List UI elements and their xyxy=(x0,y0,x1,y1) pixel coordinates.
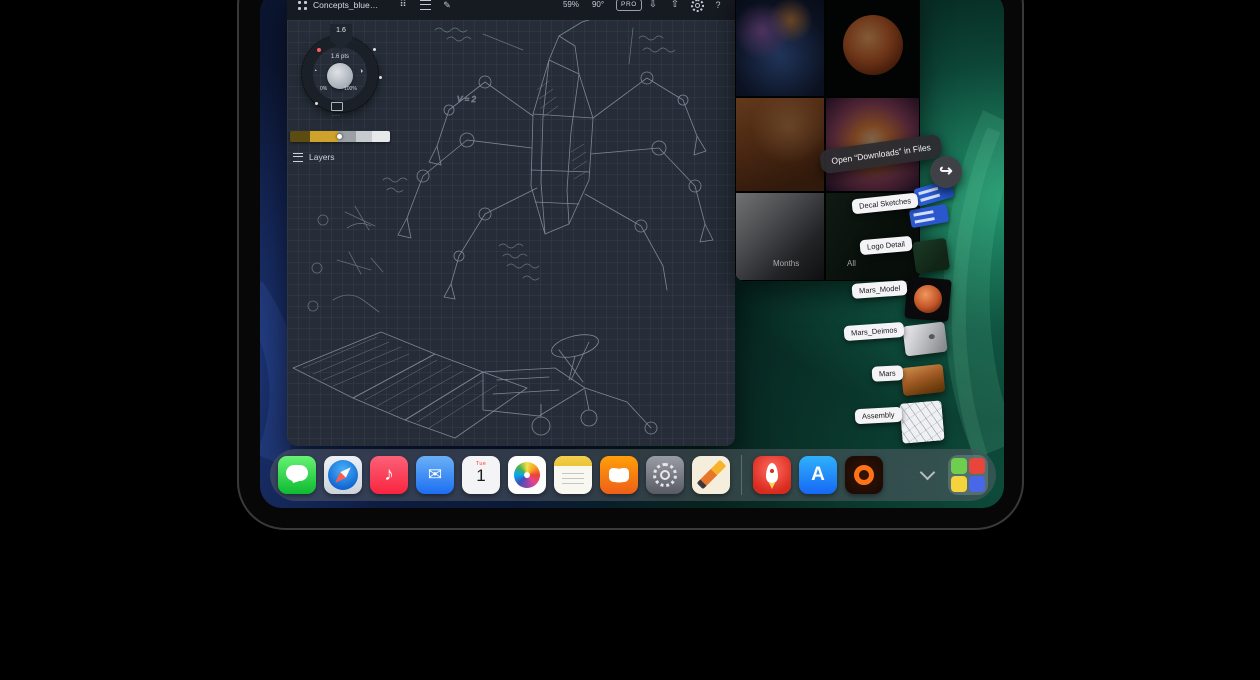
zoom-level[interactable]: 59% xyxy=(559,0,583,20)
opacity-min-label: 0% xyxy=(320,86,327,92)
chevron-down-icon xyxy=(919,465,935,481)
photos-tab-months[interactable]: Months xyxy=(773,259,799,268)
drag-thumb-decals[interactable] xyxy=(910,182,956,232)
drag-thumb-assembly[interactable] xyxy=(899,400,944,444)
more-dots-icon[interactable]: ··· xyxy=(332,113,341,119)
drag-item-label[interactable]: Mars xyxy=(872,365,903,382)
opacity-tool-icon[interactable]: ◔ xyxy=(313,68,317,75)
rocket-icon xyxy=(766,463,778,483)
color-swatch[interactable] xyxy=(310,131,338,142)
color-swatch[interactable] xyxy=(372,131,390,142)
aspect-ratio-icon[interactable] xyxy=(331,102,343,111)
photos-tab-bar: Months All xyxy=(735,259,920,273)
marker-pen-icon xyxy=(697,460,727,490)
mini-app-icon xyxy=(951,476,967,492)
help-icon[interactable]: ? xyxy=(711,0,725,20)
appstore-a-glyph: A xyxy=(799,456,837,494)
concepts-toolbar: Concepts_blue… ⠿ ✎ 59% 90° PRO ⇩ ⇧ ? xyxy=(287,0,735,21)
dock-settings-icon[interactable] xyxy=(646,456,684,494)
mini-app-icon xyxy=(969,458,985,474)
dock-sketch-app-icon[interactable] xyxy=(692,456,730,494)
layers-toggle[interactable]: Layers xyxy=(293,152,335,162)
download-icon[interactable]: ⇩ xyxy=(645,0,661,20)
dock-calendar-icon[interactable]: Tue 1 xyxy=(462,456,500,494)
apps-grid-icon[interactable] xyxy=(295,0,309,20)
calendar-day: 1 xyxy=(462,467,500,485)
drag-thumb-logo-detail[interactable] xyxy=(912,238,950,274)
share-forward-button[interactable]: ↪ xyxy=(930,156,962,188)
mini-app-icon xyxy=(951,458,967,474)
layers-menu-icon xyxy=(293,153,303,162)
drag-thumb-mars-deimos[interactable] xyxy=(902,322,947,357)
opacity-max-label: 100% xyxy=(344,86,357,92)
dock-collapse-button[interactable] xyxy=(914,462,940,488)
pro-badge[interactable]: PRO xyxy=(615,0,643,20)
photos-flower-icon xyxy=(514,462,540,488)
menu-icon[interactable] xyxy=(417,0,433,20)
dock-mail-icon[interactable]: ✉ xyxy=(416,456,454,494)
dock-notes-icon[interactable] xyxy=(554,456,592,494)
concepts-window: Concepts_blue… ⠿ ✎ 59% 90° PRO ⇩ ⇧ ? xyxy=(287,0,735,446)
book-page xyxy=(619,467,629,482)
envelope-icon: ✉ xyxy=(416,456,454,494)
pen-tool-icon[interactable]: ✎ xyxy=(439,0,455,20)
wheel-tick-dot xyxy=(373,48,376,51)
gear-icon xyxy=(653,463,677,487)
dock-safari-icon[interactable] xyxy=(324,456,362,494)
ipad-screen: Concepts_blue… ⠿ ✎ 59% 90° PRO ⇩ ⇧ ? xyxy=(260,0,1004,508)
canvas-grid-icon[interactable]: ⠿ xyxy=(395,0,411,20)
dock-music-icon[interactable]: ♪ xyxy=(370,456,408,494)
recent-apps-shelf[interactable] xyxy=(948,455,988,495)
mini-app-icon xyxy=(969,476,985,492)
color-swatch[interactable] xyxy=(290,131,310,142)
book-page xyxy=(609,467,619,482)
drag-thumb-mars[interactable] xyxy=(901,364,946,396)
shutter-ring-icon xyxy=(854,465,874,485)
dock-divider xyxy=(741,455,742,495)
dock-appstore-icon[interactable]: A xyxy=(799,456,837,494)
color-swatch[interactable] xyxy=(356,131,372,142)
page-background: Concepts_blue… ⠿ ✎ 59% 90° PRO ⇩ ⇧ ? xyxy=(0,0,1260,680)
music-note-icon: ♪ xyxy=(370,456,408,494)
dock: ♪ ✉ Tue 1 A xyxy=(270,449,996,501)
rocket-flame xyxy=(769,483,775,489)
layers-label: Layers xyxy=(309,152,335,162)
document-title[interactable]: Concepts_blue… xyxy=(313,0,378,20)
dock-books-icon[interactable] xyxy=(600,456,638,494)
dock-rocket-app-icon[interactable] xyxy=(753,456,791,494)
wheel-tick-dot xyxy=(315,102,318,105)
rotation-angle[interactable]: 90° xyxy=(587,0,609,20)
brush-size-label: 1.6 pts xyxy=(311,54,369,60)
export-icon[interactable]: ⇧ xyxy=(667,0,683,20)
blend-tool-icon[interactable]: ◑ xyxy=(359,68,363,75)
photos-tab-all[interactable]: All xyxy=(847,259,856,268)
dock-messages-icon[interactable] xyxy=(278,456,316,494)
color-strip-marker[interactable] xyxy=(337,134,342,139)
wheel-tick-dot xyxy=(379,76,382,79)
drag-item-label[interactable]: Assembly xyxy=(855,407,902,424)
settings-gear-icon[interactable] xyxy=(689,0,705,20)
drag-thumb-mars-model[interactable] xyxy=(904,276,951,322)
forward-arrow-icon: ↪ xyxy=(939,164,952,180)
dock-photos-icon[interactable] xyxy=(508,456,546,494)
dock-shutter-app-icon[interactable] xyxy=(845,456,883,494)
ipad-device: Concepts_blue… ⠿ ✎ 59% 90° PRO ⇩ ⇧ ? xyxy=(237,0,1024,530)
active-color-dot xyxy=(317,48,321,52)
